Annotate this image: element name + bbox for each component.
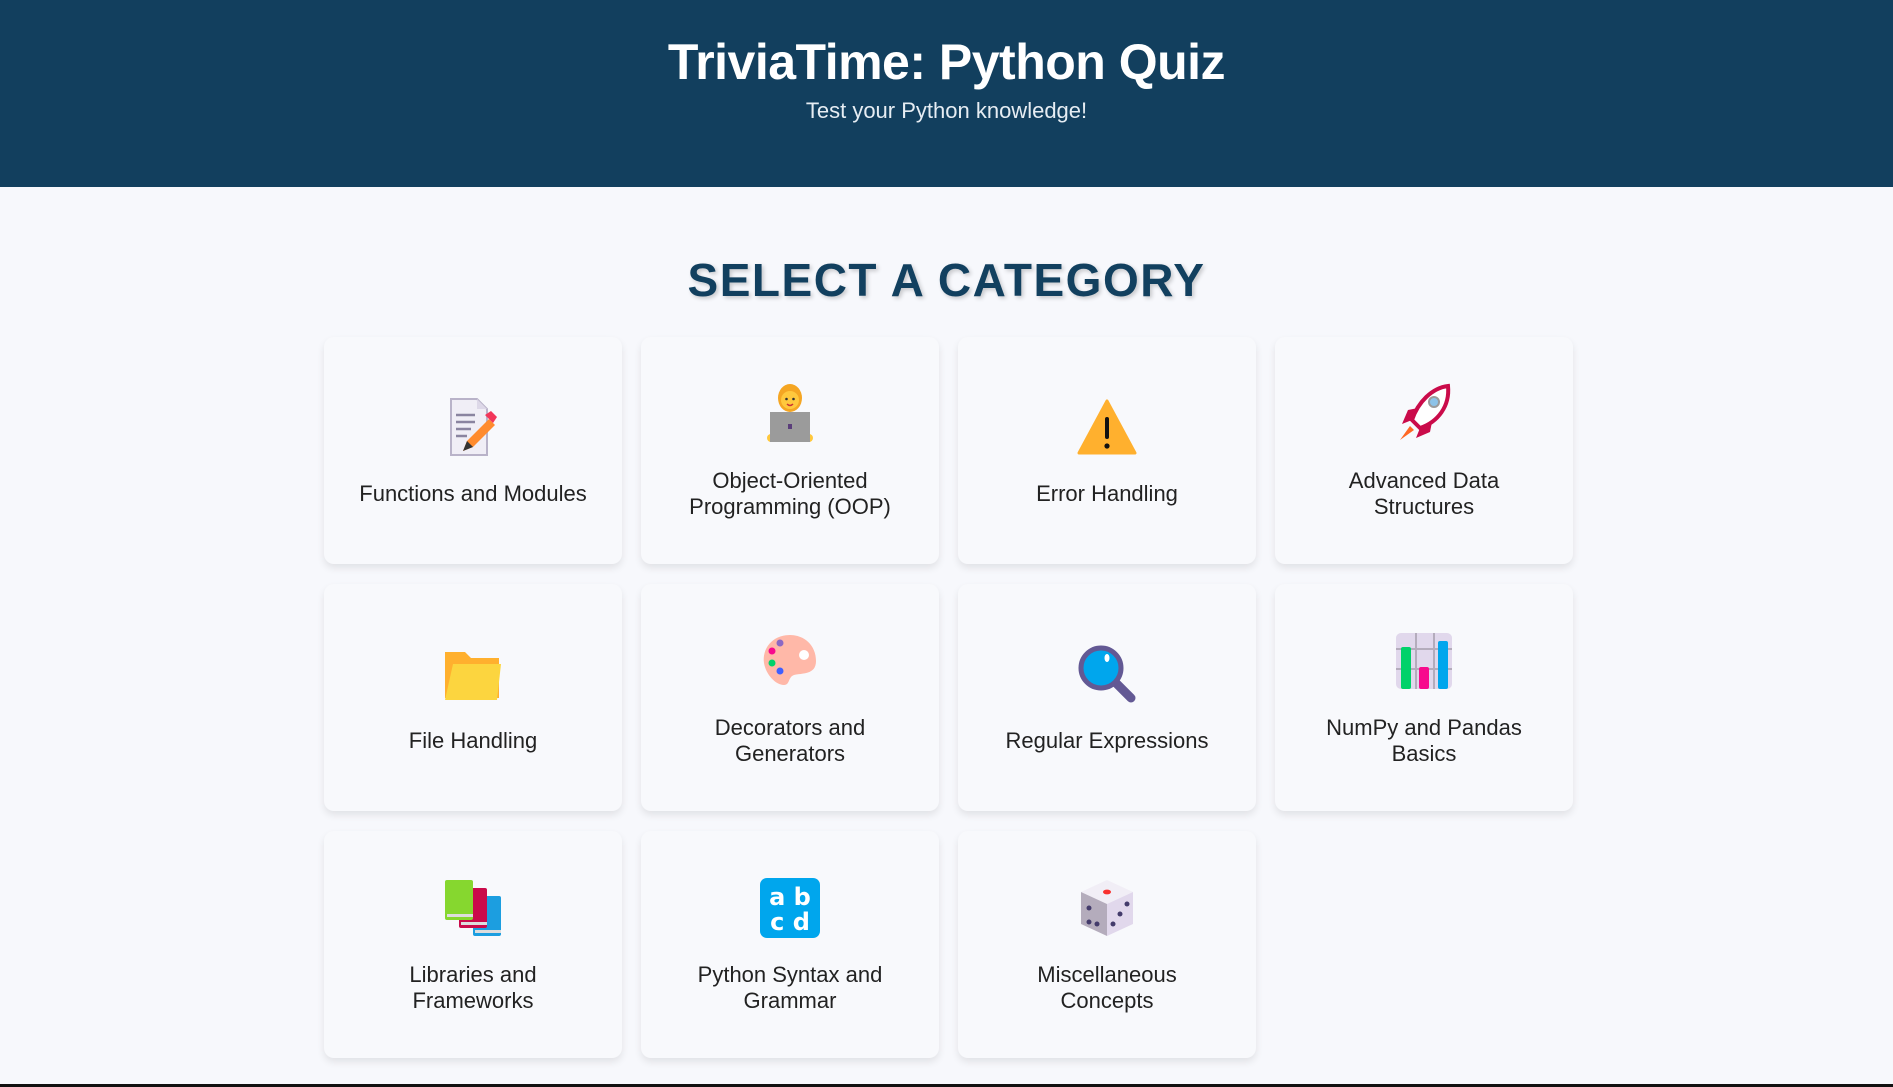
category-label: Error Handling	[1036, 480, 1178, 506]
rocket-icon	[1400, 383, 1451, 440]
abcd-icon: a bc d	[760, 877, 820, 938]
category-card-functions-modules[interactable]: Functions and Modules	[324, 337, 622, 564]
category-card-file-handling[interactable]: File Handling	[324, 584, 622, 811]
category-label: Functions and Modules	[359, 480, 587, 506]
memo-icon	[450, 397, 497, 456]
category-card-advanced-data-structures[interactable]: Advanced Data Structures	[1275, 337, 1573, 564]
warning-icon	[1077, 399, 1137, 454]
svg-text:c d: c d	[770, 908, 810, 936]
category-card-decorators-generators[interactable]: Decorators and Generators	[641, 584, 939, 811]
category-card-numpy-pandas[interactable]: NumPy and Pandas Basics	[1275, 584, 1573, 811]
category-card-python-syntax[interactable]: a bc d Python Syntax and Grammar	[641, 831, 939, 1058]
category-card-libraries-frameworks[interactable]: Libraries and Frameworks	[324, 831, 622, 1058]
category-card-miscellaneous[interactable]: Miscellaneous Concepts	[958, 831, 1256, 1058]
category-card-oop[interactable]: Object-Oriented Programming (OOP)	[641, 337, 939, 564]
category-label: File Handling	[408, 727, 538, 753]
dice-icon	[1081, 879, 1133, 936]
books-icon	[445, 879, 501, 936]
section-title: SELECT A CATEGORY	[687, 254, 1206, 306]
category-label: Libraries and Frameworks	[409, 961, 537, 1013]
page-header: TriviaTime: Python Quiz Test your Python…	[0, 0, 1893, 187]
svg-text:a b: a b	[769, 883, 811, 911]
palette-icon	[763, 634, 816, 685]
category-label: Object-Oriented Programming (OOP)	[689, 467, 891, 519]
magnifier-icon	[1078, 645, 1136, 702]
category-card-regular-expressions[interactable]: Regular Expressions	[958, 584, 1256, 811]
category-grid: Functions and Modules Object-Oriented Pr…	[324, 337, 1574, 1058]
app-title: TriviaTime: Python Quiz	[667, 34, 1226, 90]
category-label: Regular Expressions	[1005, 727, 1209, 753]
technologist-icon	[767, 383, 813, 442]
category-label: Python Syntax and Grammar	[697, 961, 883, 1013]
category-label: Advanced Data Structures	[1348, 467, 1500, 519]
app-subtitle: Test your Python knowledge!	[805, 98, 1088, 123]
category-card-error-handling[interactable]: Error Handling	[958, 337, 1256, 564]
bar-chart-icon	[1396, 632, 1452, 689]
folder-icon	[445, 651, 501, 700]
category-label: Miscellaneous Concepts	[1037, 961, 1177, 1013]
category-label: Decorators and Generators	[714, 714, 866, 766]
category-label: NumPy and Pandas Basics	[1326, 714, 1522, 766]
